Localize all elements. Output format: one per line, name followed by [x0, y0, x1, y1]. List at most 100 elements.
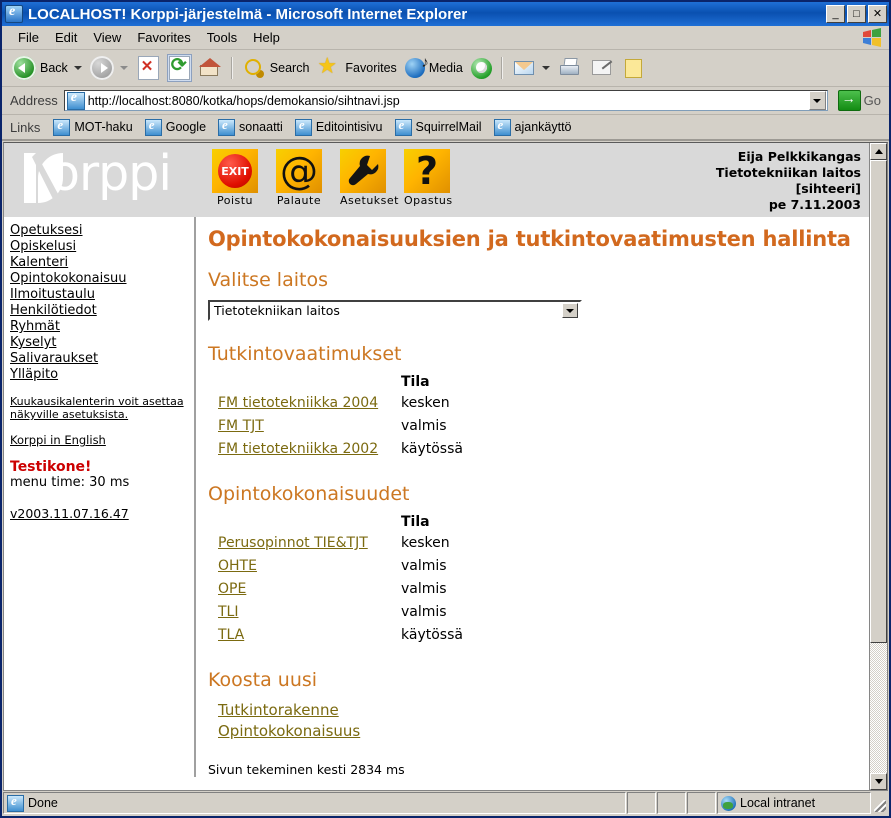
degree-status-cell: valmis: [401, 418, 447, 434]
sidebar-item-yllapito[interactable]: Ylläpito: [10, 367, 190, 383]
scroll-down-button[interactable]: [870, 773, 887, 790]
question-glyph: ?: [415, 149, 439, 193]
favorites-button[interactable]: Favorites: [313, 53, 400, 82]
address-bar: Address http://localhost:8080/kotka/hops…: [2, 87, 889, 115]
compose-link-opintokokonaisuus[interactable]: Opintokokonaisuus: [218, 721, 869, 742]
print-button[interactable]: [554, 54, 586, 82]
table-row: TLA käytössä: [218, 624, 463, 647]
compose-link-tutkintorakenne[interactable]: Tutkintorakenne: [218, 700, 869, 721]
sidebar-item-opintokokonaisuu[interactable]: Opintokokonaisuu: [10, 271, 190, 287]
heading-select-department: Valitse laitos: [208, 269, 328, 291]
refresh-button[interactable]: [166, 54, 192, 82]
close-button[interactable]: ✕: [868, 5, 887, 23]
forward-button[interactable]: [86, 54, 132, 82]
forward-dropdown-caret-icon[interactable]: [119, 66, 128, 70]
module-link[interactable]: TLA: [218, 627, 244, 643]
module-link[interactable]: OHTE: [218, 558, 257, 574]
sidebar-item-kyselyt[interactable]: Kyselyt: [10, 335, 190, 351]
menu-item-tools[interactable]: Tools: [199, 28, 245, 47]
security-zone-pane: Local intranet: [717, 792, 871, 814]
edit-button[interactable]: [586, 54, 618, 82]
home-button[interactable]: [194, 54, 226, 82]
sidebar-item-opetuksesi[interactable]: Opetuksesi: [10, 223, 190, 239]
page-render-time: Sivun tekeminen kesti 2834 ms: [208, 762, 405, 777]
sidebar-english-link[interactable]: Korppi in English: [10, 433, 190, 447]
module-link[interactable]: OPE: [218, 581, 246, 597]
module-status-cell: kesken: [401, 535, 450, 551]
mail-button[interactable]: [508, 54, 554, 82]
sidebar-item-ilmoitustaulu[interactable]: Ilmoitustaulu: [10, 287, 190, 303]
address-input[interactable]: http://localhost:8080/kotka/hops/demokan…: [63, 90, 828, 111]
mail-dropdown-caret-icon[interactable]: [541, 66, 550, 70]
scrollbar-track[interactable]: [870, 160, 887, 773]
department-select-arrow-button[interactable]: [562, 303, 578, 318]
sidebar-calendar-note[interactable]: Kuukausikalenterin voit asettaa näkyvill…: [10, 395, 190, 421]
wrench-glyph: [348, 155, 379, 186]
toolbar-separator-1: [230, 57, 233, 79]
menu-item-view[interactable]: View: [85, 28, 129, 47]
forward-arrow-icon: [89, 56, 114, 80]
back-button[interactable]: Back: [8, 54, 86, 82]
degree-requirements-table: Tila FM tietotekniikka 2004 kesken FM TJ…: [218, 374, 463, 461]
scroll-up-button[interactable]: [870, 143, 887, 160]
notes-button[interactable]: [618, 54, 650, 82]
link-favicon-icon: [144, 117, 162, 136]
link-label: SquirrelMail: [415, 120, 482, 134]
back-arrow-icon: [12, 56, 36, 80]
maximize-button[interactable]: □: [847, 5, 866, 23]
status-pane-4: [687, 792, 716, 814]
history-button[interactable]: [467, 56, 496, 81]
link-google[interactable]: Google: [140, 117, 211, 137]
page-icon: [66, 90, 85, 110]
navigation-toolbar: Back Search Favorites Media: [2, 50, 889, 87]
link-sonaatti[interactable]: sonaatti: [213, 117, 288, 137]
department-select[interactable]: Tietotekniikan laitos: [208, 300, 582, 321]
korppi-action-poistu[interactable]: EXIT Poistu: [212, 149, 258, 207]
link-label: ajankäyttö: [514, 120, 572, 134]
back-dropdown-caret-icon[interactable]: [73, 66, 82, 70]
link-squirrelmail[interactable]: SquirrelMail: [390, 117, 487, 137]
scrollbar-thumb[interactable]: [870, 160, 887, 643]
korppi-logo[interactable]: orppi: [4, 143, 200, 217]
current-date: pe 7.11.2003: [768, 197, 861, 212]
menu-item-file[interactable]: File: [10, 28, 47, 47]
sidebar-item-henkilotiedot[interactable]: Henkilötiedot: [10, 303, 190, 319]
go-button[interactable]: Go: [834, 90, 885, 111]
korppi-action-palaute[interactable]: @ Palaute: [276, 149, 322, 207]
sidebar-item-salivaraukset[interactable]: Salivaraukset: [10, 351, 190, 367]
korppi-logo-text: orppi: [50, 145, 172, 202]
sidebar-item-ryhmat[interactable]: Ryhmät: [10, 319, 190, 335]
degree-link[interactable]: FM tietotekniikka 2002: [218, 441, 378, 457]
window-controls: _ □ ✕: [826, 5, 887, 23]
vertical-scrollbar[interactable]: [869, 143, 887, 790]
degree-name-cell: FM tietotekniikka 2002: [218, 438, 401, 461]
resize-grip[interactable]: [872, 792, 888, 814]
wrench-icon: [340, 149, 386, 193]
menu-item-help[interactable]: Help: [245, 28, 288, 47]
degree-link[interactable]: FM TJT: [218, 418, 264, 434]
address-dropdown-button[interactable]: [808, 91, 826, 110]
module-name-cell: OHTE: [218, 555, 401, 578]
menu-item-favorites[interactable]: Favorites: [129, 28, 198, 47]
sidebar-version-link[interactable]: v2003.11.07.16.47: [10, 506, 190, 521]
stop-button[interactable]: [132, 54, 165, 82]
ie-status-icon: [7, 793, 24, 812]
korppi-action-asetukset[interactable]: Asetukset: [340, 149, 399, 207]
sidebar-item-opiskelusi[interactable]: Opiskelusi: [10, 239, 190, 255]
table-row: FM tietotekniikka 2002 käytössä: [218, 438, 463, 461]
link-mot-haku[interactable]: MOT-haku: [48, 117, 137, 137]
department-select-value: Tietotekniikan laitos: [214, 303, 340, 318]
degree-link[interactable]: FM tietotekniikka 2004: [218, 395, 378, 411]
link-ajankaytto[interactable]: ajankäyttö: [489, 117, 577, 137]
minimize-button[interactable]: _: [826, 5, 845, 23]
link-favicon-icon: [218, 117, 236, 136]
module-link[interactable]: Perusopinnot TIE&TJT: [218, 535, 368, 551]
menu-item-edit[interactable]: Edit: [47, 28, 85, 47]
media-button[interactable]: Media: [401, 54, 467, 80]
search-button[interactable]: Search: [238, 54, 314, 82]
link-editointisivu[interactable]: Editointisivu: [290, 117, 388, 137]
sidebar-item-kalenteri[interactable]: Kalenteri: [10, 255, 190, 271]
korppi-action-opastus[interactable]: ? Opastus: [404, 149, 452, 207]
module-link[interactable]: TLI: [218, 604, 238, 620]
table-row: FM tietotekniikka 2004 kesken: [218, 392, 463, 415]
